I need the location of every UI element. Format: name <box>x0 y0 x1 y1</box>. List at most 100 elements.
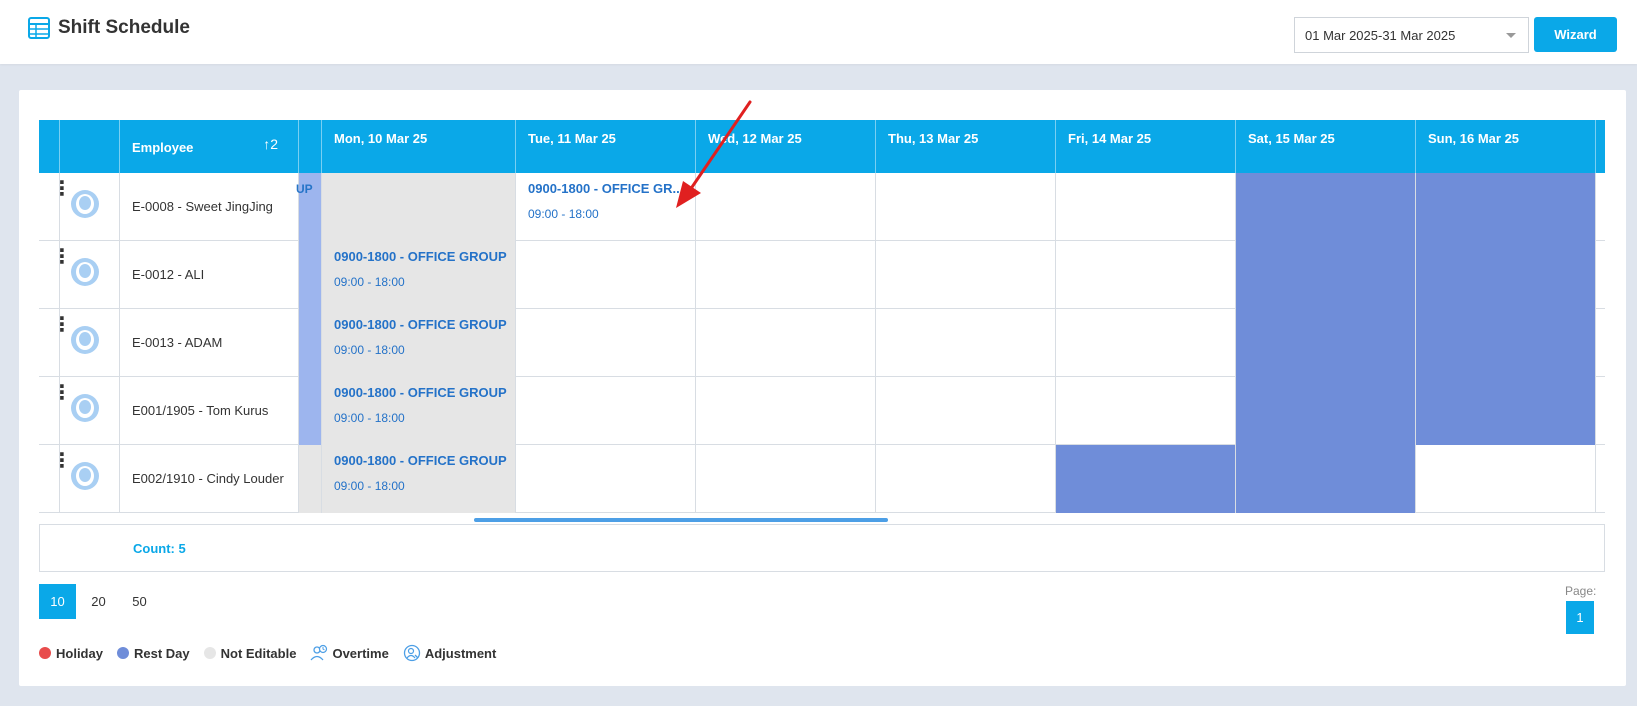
shift-name: 0900-1800 - OFFICE GROUP <box>334 385 507 400</box>
rest-day-dot-icon <box>116 647 129 659</box>
day-cell[interactable] <box>696 241 876 309</box>
header-employee[interactable]: Employee ↑2 <box>120 120 299 173</box>
page-1-button[interactable]: 1 <box>1566 601 1594 634</box>
date-range-select[interactable]: 01 Mar 2025-31 Mar 2025 <box>1294 17 1529 53</box>
day-cell[interactable] <box>516 309 696 377</box>
legend-overtime: Overtime <box>310 644 389 662</box>
day-cell <box>299 309 322 377</box>
header-day: Sun, 16 Mar 25 <box>1416 120 1596 173</box>
employee-name: E002/1910 - Cindy Louder <box>132 471 284 486</box>
day-cell[interactable] <box>516 241 696 309</box>
page-size-50[interactable]: 50 <box>121 584 158 619</box>
row-menu-button[interactable]: ⋮ <box>39 309 72 377</box>
shift-cell[interactable]: 0900-1800 - OFFICE GROUP 09:00 - 18:00 <box>322 377 516 445</box>
holiday-dot-icon <box>39 647 51 659</box>
rest-day-cell[interactable] <box>1416 241 1596 309</box>
day-cell[interactable] <box>1056 377 1236 445</box>
date-range-value: 01 Mar 2025-31 Mar 2025 <box>1305 28 1456 43</box>
table-row: ⋮ E001/1905 - Tom Kurus 0900-1800 - OFFI… <box>39 377 1605 445</box>
sort-icon[interactable]: ↑2 <box>263 136 278 152</box>
header-scroll-strip <box>299 120 322 173</box>
day-cell[interactable] <box>696 309 876 377</box>
page-size-10[interactable]: 10 <box>39 584 76 619</box>
legend-not-editable: Not Editable <box>203 646 296 661</box>
not-editable-dot-icon <box>203 647 216 659</box>
shift-time: 09:00 - 18:00 <box>528 207 599 221</box>
avatar <box>71 462 99 490</box>
rest-day-cell[interactable] <box>1236 309 1416 377</box>
page-label: Page: <box>1565 584 1597 598</box>
employee-name: E-0013 - ADAM <box>132 335 223 350</box>
header-day: Mon, 10 Mar 25 <box>322 120 516 173</box>
rest-day-cell[interactable] <box>1236 377 1416 445</box>
chevron-down-icon <box>1506 33 1516 38</box>
day-cell <box>299 445 322 513</box>
day-cell[interactable] <box>1056 241 1236 309</box>
day-cell[interactable] <box>516 445 696 513</box>
rest-day-cell[interactable] <box>1236 445 1416 513</box>
schedule-grid: Employee ↑2 Mon, 10 Mar 25 Tue, 11 Mar 2… <box>39 120 1605 517</box>
employee-name: E-0008 - Sweet JingJing <box>132 199 273 214</box>
rest-day-cell[interactable] <box>1056 445 1236 513</box>
shift-name: 0900-1800 - OFFICE GR... <box>528 181 684 196</box>
shift-name: 0900-1800 - OFFICE GROUP <box>334 453 507 468</box>
row-count: Count: 5 <box>133 541 186 556</box>
header-day: Sat, 15 Mar 25 <box>1236 120 1416 173</box>
rest-day-cell[interactable] <box>1416 377 1596 445</box>
top-bar: Shift Schedule 01 Mar 2025-31 Mar 2025 W… <box>0 0 1637 64</box>
day-cell[interactable] <box>876 241 1056 309</box>
day-cell[interactable] <box>696 173 876 241</box>
rest-day-cell[interactable] <box>1416 309 1596 377</box>
day-cell[interactable] <box>876 377 1056 445</box>
row-menu-button[interactable]: ⋮ <box>39 241 72 309</box>
day-cell <box>299 377 322 445</box>
shift-cell[interactable]: 0900-1800 - OFFICE GROUP 09:00 - 18:00 <box>322 309 516 377</box>
rest-day-cell[interactable] <box>1236 241 1416 309</box>
table-row: ⋮ E-0013 - ADAM 0900-1800 - OFFICE GROUP… <box>39 309 1605 377</box>
employee-name: E-0012 - ALI <box>132 267 205 282</box>
shift-cell[interactable]: UP <box>296 173 322 241</box>
day-cell[interactable] <box>876 309 1056 377</box>
day-cell[interactable] <box>696 377 876 445</box>
header-day: Wed, 12 Mar 25 <box>696 120 876 173</box>
table-row: ⋮ E002/1910 - Cindy Louder 0900-1800 - O… <box>39 445 1605 513</box>
header-employee-label: Employee <box>132 140 194 155</box>
day-cell[interactable] <box>516 377 696 445</box>
shift-time: 09:00 - 18:00 <box>334 275 405 289</box>
day-cell[interactable] <box>696 445 876 513</box>
overtime-icon <box>310 644 328 661</box>
header-menu-col <box>39 120 60 173</box>
wizard-button[interactable]: Wizard <box>1534 17 1617 52</box>
day-cell <box>299 241 322 309</box>
rest-day-cell[interactable] <box>1236 173 1416 241</box>
legend: Holiday Rest Day Not Editable Overtime A… <box>39 644 510 662</box>
day-cell[interactable] <box>1056 173 1236 241</box>
day-cell[interactable] <box>876 173 1056 241</box>
avatar <box>71 394 99 422</box>
shift-time: 09:00 - 18:00 <box>334 479 405 493</box>
header-avatar-col <box>60 120 120 173</box>
horizontal-scrollbar[interactable] <box>474 518 888 522</box>
count-footer: Count: 5 <box>39 524 1605 572</box>
shift-name: 0900-1800 - OFFICE GROUP <box>334 317 507 332</box>
avatar <box>71 190 99 218</box>
row-menu-button[interactable]: ⋮ <box>39 445 72 513</box>
day-cell[interactable] <box>1056 309 1236 377</box>
shift-time: 09:00 - 18:00 <box>334 343 405 357</box>
row-menu-button[interactable]: ⋮ <box>39 173 72 241</box>
header-day: Tue, 11 Mar 25 <box>516 120 696 173</box>
header-day: Thu, 13 Mar 25 <box>876 120 1056 173</box>
avatar <box>71 258 99 286</box>
avatar <box>71 326 99 354</box>
day-cell[interactable] <box>1416 445 1596 513</box>
page-size-20[interactable]: 20 <box>80 584 117 619</box>
table-row: ⋮ E-0012 - ALI 0900-1800 - OFFICE GROUP … <box>39 241 1605 309</box>
rest-day-cell[interactable] <box>1416 173 1596 241</box>
shift-cell[interactable]: 0900-1800 - OFFICE GROUP 09:00 - 18:00 <box>322 241 516 309</box>
table-row: ⋮ E-0008 - Sweet JingJing UP 0900-1800 -… <box>39 173 1605 241</box>
shift-cell[interactable]: 0900-1800 - OFFICE GR... 09:00 - 18:00 <box>516 173 696 241</box>
row-menu-button[interactable]: ⋮ <box>39 377 72 445</box>
shift-cell[interactable]: 0900-1800 - OFFICE GROUP 09:00 - 18:00 <box>322 445 516 513</box>
legend-holiday: Holiday <box>39 646 103 661</box>
day-cell[interactable] <box>876 445 1056 513</box>
